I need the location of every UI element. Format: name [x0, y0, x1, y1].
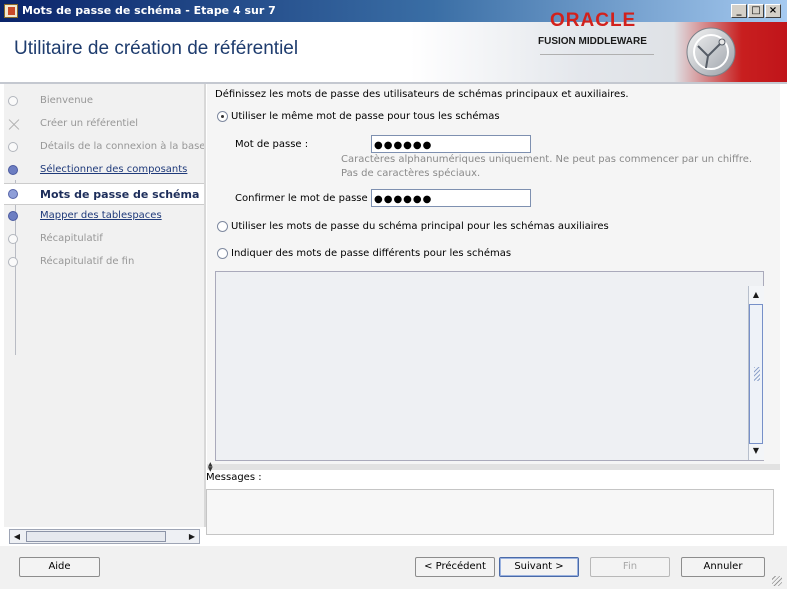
- next-button[interactable]: Suivant >: [499, 557, 579, 577]
- splitter-arrows-icon[interactable]: ▲ ▼: [208, 462, 213, 473]
- resize-grip-icon[interactable]: [772, 576, 782, 586]
- thumb-grip-icon: [754, 367, 760, 381]
- password-hint-line2: Pas de caractères spéciaux.: [341, 168, 481, 179]
- step-label: Récapitulatif de fin: [40, 256, 135, 267]
- scrollbar-thumb[interactable]: [26, 531, 166, 542]
- step-dot-icon: [8, 257, 18, 267]
- step-recapitulatif-fin: Récapitulatif de fin: [4, 252, 204, 274]
- radio-same-password-label[interactable]: Utiliser le même mot de passe pour tous …: [231, 111, 500, 122]
- step-bienvenue: Bienvenue: [4, 91, 204, 113]
- maximize-button[interactable]: □: [748, 4, 764, 18]
- step-dot-icon: [8, 96, 18, 106]
- messages-area: [206, 489, 774, 535]
- step-dot-icon: [8, 234, 18, 244]
- intro-text: Définissez les mots de passe des utilisa…: [215, 89, 629, 100]
- page-title: Utilitaire de création de référentiel: [14, 38, 299, 59]
- fusion-middleware-label: FUSION MIDDLEWARE: [538, 36, 647, 47]
- window-title: Mots de passe de schéma - Etape 4 sur 7: [22, 4, 276, 17]
- password-hint-line1: Caractères alphanumériques uniquement. N…: [341, 154, 753, 165]
- finish-button[interactable]: Fin: [590, 557, 670, 577]
- oracle-logo: ORACLE: [550, 10, 637, 31]
- minimize-button[interactable]: _: [731, 4, 747, 18]
- step-mots-de-passe: Mots de passe de schéma: [4, 183, 204, 205]
- step-label: Mots de passe de schéma: [40, 188, 200, 201]
- schema-passwords-table[interactable]: [215, 271, 764, 461]
- step-mapper-tablespaces[interactable]: Mapper des tablespaces: [4, 206, 204, 228]
- scroll-up-icon[interactable]: ▲: [749, 288, 763, 301]
- java-app-icon: [4, 4, 18, 18]
- step-recapitulatif: Récapitulatif: [4, 229, 204, 251]
- scroll-down-icon[interactable]: ▼: [749, 444, 763, 457]
- step-label: Détails de la connexion à la base de: [40, 141, 204, 152]
- title-bar: Mots de passe de schéma - Etape 4 sur 7 …: [0, 0, 787, 22]
- step-dot-icon: [8, 189, 18, 199]
- help-button-label: Aide: [48, 561, 71, 572]
- password-field[interactable]: ●●●●●●: [371, 135, 531, 153]
- confirm-password-field[interactable]: ●●●●●●: [371, 189, 531, 207]
- step-label: Créer un référentiel: [40, 118, 139, 129]
- radio-same-password[interactable]: [217, 111, 228, 122]
- close-button[interactable]: ×: [765, 4, 781, 18]
- step-dot-icon: [8, 211, 18, 221]
- scroll-right-icon[interactable]: ▶: [185, 530, 199, 543]
- cancel-button-label: Annuler: [703, 561, 743, 572]
- confirm-password-label: Confirmer le mot de passe :: [235, 193, 375, 204]
- step-cross-icon: [7, 117, 21, 131]
- step-label[interactable]: Mapper des tablespaces: [40, 210, 162, 221]
- panel-divider[interactable]: [204, 84, 206, 527]
- radio-main-schema-password-label[interactable]: Utiliser les mots de passe du schéma pri…: [231, 221, 609, 232]
- step-details-connexion: Détails de la connexion à la base de: [4, 137, 204, 159]
- step-dot-icon: [8, 165, 18, 175]
- scroll-left-icon[interactable]: ◀: [10, 530, 24, 543]
- password-label: Mot de passe :: [235, 139, 309, 150]
- scrollbar-thumb[interactable]: [749, 304, 763, 444]
- wizard-steps-panel: Bienvenue Créer un référentiel Détails d…: [4, 84, 204, 527]
- fusion-logo-icon: [686, 27, 736, 77]
- step-label: Bienvenue: [40, 95, 94, 106]
- step-selectionner-composants[interactable]: Sélectionner des composants: [4, 160, 204, 182]
- step-creer-referentiel: Créer un référentiel: [4, 114, 204, 136]
- help-button[interactable]: Aide: [19, 557, 100, 577]
- step-dot-icon: [8, 142, 18, 152]
- header-banner: Utilitaire de création de référentiel: [0, 22, 787, 82]
- step-label: Récapitulatif: [40, 233, 103, 244]
- next-button-label: Suivant >: [514, 561, 564, 572]
- step-label[interactable]: Sélectionner des composants: [40, 164, 187, 175]
- cancel-button[interactable]: Annuler: [681, 557, 765, 577]
- previous-button-label: < Précédent: [424, 561, 486, 572]
- messages-splitter[interactable]: ▲ ▼: [207, 462, 780, 473]
- steps-horizontal-scrollbar[interactable]: ◀ ▶: [9, 529, 200, 544]
- radio-different-passwords-label[interactable]: Indiquer des mots de passe différents po…: [231, 248, 511, 259]
- previous-button[interactable]: < Précédent: [415, 557, 495, 577]
- radio-different-passwords[interactable]: [217, 248, 228, 259]
- finish-button-label: Fin: [622, 561, 638, 572]
- logo-underline: [540, 54, 654, 55]
- radio-main-schema-password[interactable]: [217, 221, 228, 232]
- messages-label: Messages :: [206, 472, 262, 483]
